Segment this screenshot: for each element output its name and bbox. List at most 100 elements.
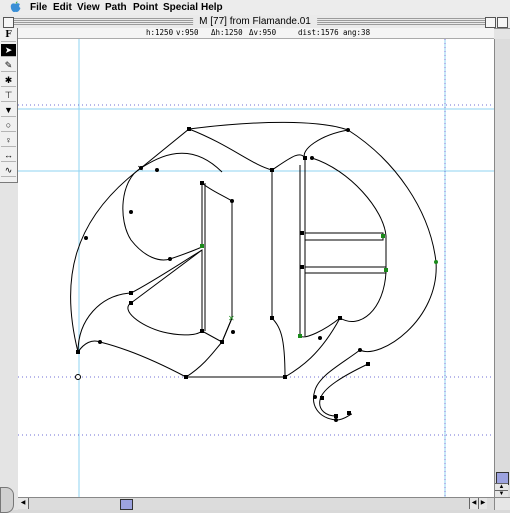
- flip-tool-icon[interactable]: ↔: [1, 149, 16, 162]
- glyph-outline[interactable]: [70, 121, 437, 421]
- menu-bar: File Edit View Path Point Special Help: [0, 0, 510, 16]
- horizontal-scroll-thumb[interactable]: [120, 499, 133, 510]
- horizontal-scrollbar[interactable]: ◀ ◀ ▶: [18, 497, 494, 510]
- collapse-side-tab[interactable]: [0, 487, 14, 513]
- info-distance: dist:1576: [298, 28, 339, 37]
- point[interactable]: [313, 395, 317, 399]
- point[interactable]: [168, 257, 172, 261]
- vertical-scrollbar[interactable]: ▲ ▼: [494, 39, 510, 498]
- point[interactable]: [200, 181, 204, 185]
- point[interactable]: [366, 362, 370, 366]
- point[interactable]: [320, 396, 324, 400]
- menu-path[interactable]: Path: [105, 1, 127, 14]
- horizontal-scroll-end-icon[interactable]: ◀: [18, 498, 29, 509]
- origin-point-icon[interactable]: [75, 374, 81, 380]
- point[interactable]: [347, 411, 351, 415]
- point[interactable]: [231, 330, 235, 334]
- menu-help[interactable]: Help: [201, 1, 223, 14]
- f-logo-icon: F: [1, 29, 16, 42]
- point[interactable]: [76, 350, 80, 354]
- tool-palette: F ➤ ✎ ✱ ⊤ ▼ ○ ♀ ↔ ∿: [0, 28, 18, 183]
- glyph-window: M [77] from Flamande.01 h:1250 v:950 Δh:…: [0, 15, 510, 513]
- window-titlebar[interactable]: M [77] from Flamande.01: [0, 15, 510, 29]
- point[interactable]: [200, 329, 204, 333]
- tangent-points: [200, 234, 438, 338]
- glyph-canvas[interactable]: ✕ ✕: [18, 39, 494, 498]
- point[interactable]: [318, 336, 322, 340]
- glyph-outline-view[interactable]: ✕ ✕: [18, 39, 494, 498]
- window-title: M [77] from Flamande.01: [193, 15, 317, 28]
- point[interactable]: [84, 236, 88, 240]
- point[interactable]: [270, 168, 274, 172]
- top-left-arch[interactable]: [140, 128, 273, 171]
- scroll-right-arrow-icon[interactable]: ▶: [478, 498, 487, 509]
- point[interactable]: [129, 291, 133, 295]
- menu-special[interactable]: Special: [163, 1, 198, 14]
- left-foot-contour[interactable]: [77, 340, 187, 378]
- point[interactable]: [303, 156, 307, 160]
- point[interactable]: [220, 340, 224, 344]
- point[interactable]: [300, 231, 304, 235]
- point[interactable]: [358, 348, 362, 352]
- corner-tool-icon[interactable]: ✱: [1, 74, 16, 87]
- info-bar: h:1250 v:950 Δh:1250 Δv:950 dist:1576 an…: [18, 28, 494, 39]
- menu-file[interactable]: File: [30, 1, 47, 14]
- point[interactable]: [129, 210, 133, 214]
- point[interactable]: [98, 340, 102, 344]
- base-stroke[interactable]: [184, 317, 341, 378]
- info-v: v:950: [176, 28, 199, 37]
- tail-inner[interactable]: [319, 363, 369, 417]
- guide-lines: [18, 39, 494, 498]
- knife-tool-icon[interactable]: ▼: [1, 104, 16, 117]
- menu-point[interactable]: Point: [133, 1, 158, 14]
- point[interactable]: [129, 301, 133, 305]
- point[interactable]: [283, 375, 287, 379]
- point[interactable]: [270, 316, 274, 320]
- tangent-point[interactable]: [381, 234, 385, 238]
- point[interactable]: [310, 156, 314, 160]
- point[interactable]: [338, 316, 342, 320]
- tangent-point[interactable]: [434, 260, 438, 264]
- tangent-point[interactable]: [384, 268, 388, 272]
- point[interactable]: [334, 418, 338, 422]
- point[interactable]: [300, 265, 304, 269]
- point[interactable]: [334, 414, 338, 418]
- inner-right-bowl[interactable]: [299, 157, 387, 338]
- tail-outer[interactable]: [313, 349, 361, 421]
- arrow-tool-icon[interactable]: ➤: [1, 44, 16, 57]
- scroll-left-arrow-icon[interactable]: ◀: [469, 498, 478, 509]
- right-top-join[interactable]: [303, 129, 349, 159]
- point[interactable]: [230, 199, 234, 203]
- right-stem-left[interactable]: [271, 170, 286, 378]
- zoom-tool-icon[interactable]: ∿: [1, 164, 16, 177]
- inner-left-bowl[interactable]: [122, 167, 203, 261]
- point[interactable]: [155, 168, 159, 172]
- point[interactable]: [184, 375, 188, 379]
- diagonal-hairline[interactable]: [130, 249, 203, 304]
- info-delta-v: Δv:950: [249, 28, 277, 37]
- pen-tool-icon[interactable]: ✎: [1, 59, 16, 72]
- close-box-icon[interactable]: [3, 17, 14, 28]
- resize-grip-icon[interactable]: [494, 497, 510, 510]
- left-stroke-contour[interactable]: [77, 249, 203, 353]
- off-curve-handle-icon[interactable]: ✕: [228, 314, 235, 323]
- upper-crossbar[interactable]: [305, 232, 384, 241]
- tangent-point[interactable]: [298, 334, 302, 338]
- menu-view[interactable]: View: [77, 1, 100, 14]
- start-point-marker-icon[interactable]: ✕: [137, 164, 144, 173]
- measure-tool-icon[interactable]: ♀: [1, 134, 16, 147]
- apple-menu-icon[interactable]: [10, 1, 21, 13]
- collapse-box-icon[interactable]: [497, 17, 508, 28]
- ellipse-tool-icon[interactable]: ○: [1, 119, 16, 132]
- zoom-box-icon[interactable]: [485, 17, 496, 28]
- tangent-tool-icon[interactable]: ⊤: [1, 89, 16, 102]
- point[interactable]: [346, 128, 350, 132]
- special-markers: ✕ ✕: [75, 164, 235, 380]
- info-angle: ang:38: [343, 28, 371, 37]
- menu-edit[interactable]: Edit: [53, 1, 72, 14]
- info-h: h:1250: [146, 28, 174, 37]
- tangent-point[interactable]: [200, 244, 204, 248]
- lower-crossbar[interactable]: [305, 266, 387, 274]
- point[interactable]: [187, 127, 191, 131]
- info-delta-h: Δh:1250: [211, 28, 243, 37]
